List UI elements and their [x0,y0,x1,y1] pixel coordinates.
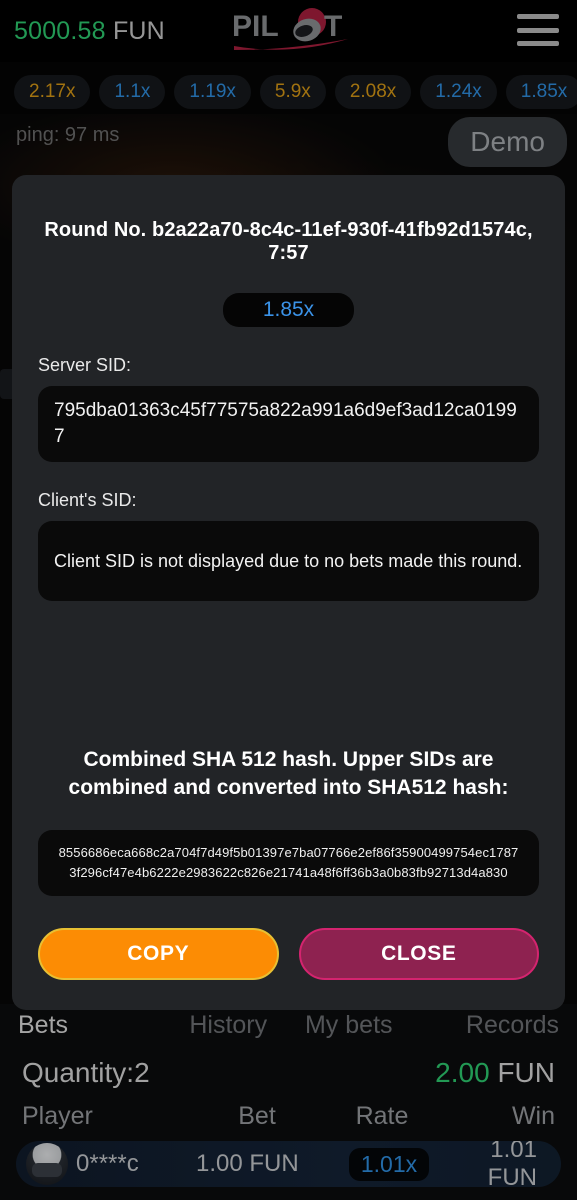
modal-actions: COPY CLOSE [38,928,539,980]
round-title: Round No. b2a22a70-8c4c-11ef-930f-41fb92… [44,219,533,264]
round-multiplier-badge: 1.85x [222,293,355,327]
sha512-hash-value[interactable]: 8556686eca668c2a704f7d49f5b01397e7ba0776… [38,830,539,896]
client-sid-label: Client's SID: [38,490,137,510]
server-sid-label: Server SID: [38,355,132,375]
close-button[interactable]: CLOSE [298,928,539,980]
round-multiplier-wrap: 1.85x [38,293,539,327]
provably-fair-modal: Round No. b2a22a70-8c4c-11ef-930f-41fb92… [12,175,565,1010]
app-root: 5000.58 FUN PIL T 2.17x 1.1x 1.19x 5.9x 2.08… [0,0,577,1200]
server-sid-value[interactable]: 795dba01363c45f77575a822a991a6d9ef3ad12c… [38,386,539,462]
modal-spacer [38,601,539,746]
client-sid-value[interactable]: Client SID is not displayed due to no be… [38,521,539,601]
copy-button[interactable]: COPY [38,928,279,980]
sha-description: Combined SHA 512 hash. Upper SIDs are co… [68,748,509,800]
